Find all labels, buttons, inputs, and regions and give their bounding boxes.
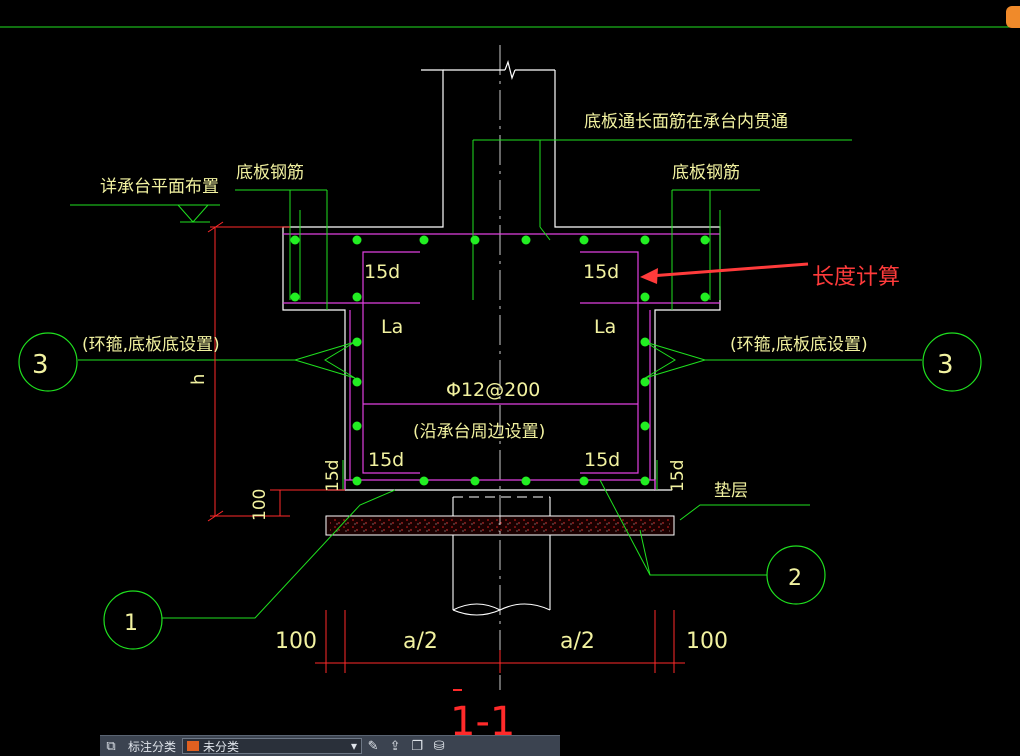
rebar-dot <box>640 337 650 347</box>
upload-icon[interactable]: ⇪ <box>384 737 406 755</box>
callout-3-right-text: 3 <box>937 350 954 380</box>
rebar-spec: Φ12@200 <box>446 379 540 401</box>
rebar-dot <box>470 235 480 245</box>
dimension-lines <box>207 221 685 673</box>
label-100-vertical: 100 <box>250 489 270 521</box>
rebar-dot <box>290 235 300 245</box>
rebar-dot <box>640 377 650 387</box>
label-15d-left-vertical: 15d <box>323 460 343 492</box>
dim-a2-left: a/2 <box>403 629 438 654</box>
label-la-right: La <box>594 316 616 338</box>
rebar-dot <box>419 235 429 245</box>
rebar-dot <box>640 292 650 302</box>
rebar-dot <box>352 337 362 347</box>
category-value: 未分类 <box>203 739 240 754</box>
category-select[interactable]: 未分类 ▾ <box>182 738 363 754</box>
corner-badge[interactable] <box>1006 6 1020 28</box>
label-perimeter: (沿承台周边设置) <box>413 422 545 442</box>
chevron-down-icon: ▾ <box>350 739 358 753</box>
callout-1-text: 1 <box>124 611 138 636</box>
rebar-dot <box>352 377 362 387</box>
annotation-length-calc: 长度计算 <box>812 265 900 290</box>
toolbar-label: 标注分类 <box>128 739 177 754</box>
label-15d-right-vertical: 15d <box>668 460 688 492</box>
label-15d-top-left: 15d <box>364 261 400 283</box>
rebar-dot <box>470 476 480 486</box>
dim-a2-right: a/2 <box>560 629 595 654</box>
label-15d-top-right: 15d <box>583 261 619 283</box>
rebar-dot <box>521 476 531 486</box>
label-h: h <box>188 374 209 385</box>
label-la-left: La <box>381 316 403 338</box>
dim-100-left: 100 <box>275 629 317 654</box>
rebar-dot <box>579 235 589 245</box>
pile-outline <box>452 496 551 616</box>
label-15d-bottom-left: 15d <box>368 449 404 471</box>
note-top-right: 底板通长面筋在承台内贯通 <box>584 112 788 132</box>
rebar-dot <box>521 235 531 245</box>
rebar-dot <box>352 292 362 302</box>
dim-100-right: 100 <box>686 629 728 654</box>
label-hoop-right: (环箍,底板底设置) <box>730 335 868 355</box>
rebar-dot <box>352 421 362 431</box>
label-floor-rebar-right: 底板钢筋 <box>672 163 740 183</box>
rebar-dot <box>352 235 362 245</box>
label-floor-rebar-left: 底板钢筋 <box>236 163 304 183</box>
rebar-dot <box>579 476 589 486</box>
rebar-dot <box>352 476 362 486</box>
rebar-dot <box>700 292 710 302</box>
rebar-dot <box>640 235 650 245</box>
rebar-dot <box>700 235 710 245</box>
cad-drawing-canvas[interactable]: 底板通长面筋在承台内贯通 底板钢筋 底板钢筋 详承台平面布置 (环箍,底板底设置… <box>0 0 1020 755</box>
category-swatch <box>187 741 200 751</box>
label-cap-plan: 详承台平面布置 <box>100 177 219 197</box>
rebar-dot <box>290 292 300 302</box>
label-cushion: 垫层 <box>714 481 748 501</box>
pencil-icon[interactable]: ✎ <box>362 737 384 755</box>
rebar-dot <box>640 476 650 486</box>
callout-2-text: 2 <box>788 566 802 591</box>
copy-icon[interactable]: ❐ <box>406 737 428 755</box>
callout-3-left-text: 3 <box>32 350 49 380</box>
layers-icon[interactable]: ⧉ <box>100 737 122 755</box>
save-icon[interactable]: ⛁ <box>428 737 450 755</box>
annotation-arrow <box>640 262 809 284</box>
label-hoop-left: (环箍,底板底设置) <box>82 335 220 355</box>
label-15d-bottom-right: 15d <box>584 449 620 471</box>
rebar-dot <box>419 476 429 486</box>
annotation-toolbar: ⧉ 标注分类 未分类 ▾ ✎ ⇪ ❐ ⛁ <box>100 735 560 756</box>
rebar-dot <box>640 421 650 431</box>
